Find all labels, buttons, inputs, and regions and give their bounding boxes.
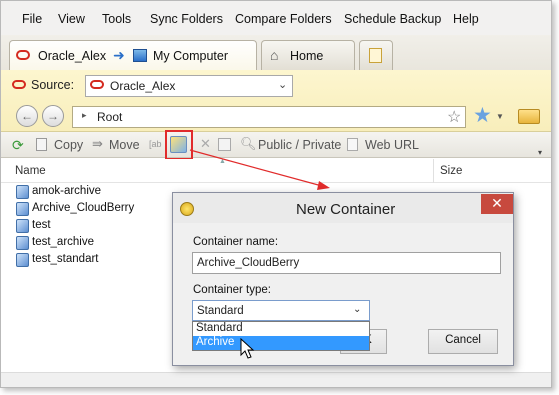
oracle-icon [90,80,104,89]
menu-schedule-backup[interactable]: Schedule Backup [344,12,441,26]
tab-home-label: Home [290,49,324,63]
tab-dest-label: My Computer [153,49,229,63]
delete-icon[interactable]: ✕ [200,136,211,152]
chevron-right-icon: ▸ [82,110,87,120]
copy-icon [36,138,47,151]
source-select[interactable]: Oracle_Alex ⌄ [85,75,293,97]
path-breadcrumb[interactable]: ▸ Root ☆ [72,106,466,128]
home-icon: ⌂ [270,47,279,63]
menu-tools[interactable]: Tools [102,12,131,26]
chevron-down-icon: ⌄ [353,304,362,315]
column-divider[interactable] [433,159,434,183]
menu-view[interactable]: View [58,12,85,26]
sort-ascending-icon: ▲ [219,158,226,165]
tab-oracle-to-computer[interactable]: Oracle_Alex ➜ My Computer [9,40,257,72]
option-standard[interactable]: Standard [193,322,369,336]
list-item-label: test_archive [32,236,95,248]
properties-icon[interactable] [218,138,231,151]
dialog-title: New Container [296,201,396,218]
menu-file[interactable]: File [22,12,42,26]
close-button[interactable]: ✕ [481,194,513,214]
container-type-label: Container type: [193,284,271,296]
public-private-icon: 🔍︎ [240,136,257,151]
new-tab-icon [369,48,382,63]
container-icon [16,236,29,250]
list-item-label: Archive_CloudBerry [32,202,135,214]
list-item-label: amok-archive [32,185,102,197]
cancel-button-label: Cancel [445,334,481,346]
overflow-chevron-icon[interactable]: ▾ [538,148,542,157]
menu-bar: File View Tools Sync Folders Compare Fol… [1,1,551,35]
column-size[interactable]: Size [440,165,462,177]
forward-button[interactable]: → [42,105,64,127]
container-type-select[interactable]: Standard ⌄ [192,300,370,321]
mouse-cursor-icon [240,338,255,359]
chevron-down-icon: ⌄ [278,79,288,91]
chevron-down-icon[interactable]: ▼ [496,112,504,121]
list-header [1,159,551,183]
copy-button[interactable]: Copy [54,138,83,152]
container-icon [16,219,29,233]
list-item-label: test_standart [32,253,99,265]
source-label: Source: [31,78,75,92]
dialog-app-icon [180,202,194,216]
container-icon [16,202,29,216]
source-select-value: Oracle_Alex [110,79,176,93]
new-tab-button[interactable] [359,40,393,71]
refresh-icon[interactable]: ⟳ [12,137,24,154]
list-item-label: test [32,219,51,231]
back-button[interactable]: ← [16,105,38,127]
move-icon: ⇛ [92,136,103,151]
computer-icon [133,49,147,62]
move-button[interactable]: Move [109,138,140,152]
container-type-value: Standard [197,305,244,317]
public-private-button[interactable]: Public / Private [258,138,341,152]
tab-source-label: Oracle_Alex [38,49,107,63]
container-icon [16,185,29,199]
rename-icon[interactable]: [ab [149,139,162,149]
menu-compare-folders[interactable]: Compare Folders [235,12,332,26]
container-name-label: Container name: [193,236,279,248]
arrow-right-icon: ➜ [113,47,125,63]
status-bar [1,372,551,387]
menu-help[interactable]: Help [453,12,479,26]
web-url-button[interactable]: Web URL [365,138,419,152]
container-icon [16,253,29,267]
container-name-input[interactable]: Archive_CloudBerry [192,252,501,274]
new-container-icon[interactable] [170,136,187,153]
oracle-icon [16,50,30,60]
oracle-icon [12,80,26,89]
menu-sync-folders[interactable]: Sync Folders [150,12,223,26]
star-outline-icon[interactable]: ☆ [447,107,461,127]
web-url-icon [347,138,358,151]
tab-strip: Oracle_Alex ➜ My Computer ⌂ Home [1,35,551,72]
tab-home[interactable]: ⌂ Home [261,40,355,71]
column-name[interactable]: Name [15,165,46,177]
option-archive[interactable]: Archive [193,336,369,350]
favorites-star-icon[interactable]: ★ [473,103,492,128]
path-root[interactable]: Root [97,110,122,124]
folder-icon[interactable] [518,109,540,124]
cancel-button[interactable]: Cancel [428,329,498,354]
